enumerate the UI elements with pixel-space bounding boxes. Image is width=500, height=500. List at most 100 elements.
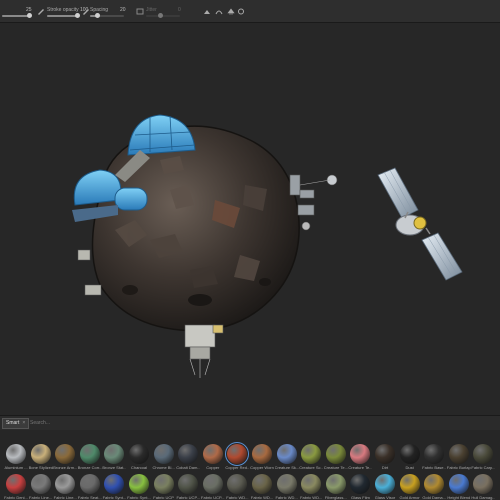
material-thumbnail[interactable]: Charcoal [127, 444, 151, 470]
material-label: Fabric Deni... [4, 495, 28, 500]
material-preview-sphere [325, 474, 346, 494]
material-thumbnail[interactable]: Fabric WD... [225, 474, 249, 500]
material-thumbnail[interactable]: Creature Te... [348, 444, 372, 470]
material-label: Fabric UCP... [201, 495, 225, 500]
close-icon[interactable]: × [22, 420, 25, 426]
align-icon[interactable] [203, 8, 211, 15]
material-label: Fabric Carp... [471, 465, 496, 470]
material-thumbnail[interactable]: Dirt [373, 444, 397, 470]
material-label: Fabric UCP [153, 495, 174, 500]
material-label: Fabric WD... [250, 495, 274, 500]
material-thumbnail[interactable]: Fabric Deni... [4, 474, 28, 500]
material-thumbnail[interactable]: Gold Dama... [422, 474, 446, 500]
material-thumbnail[interactable]: Height Blend [447, 474, 471, 500]
shelf-search-input[interactable]: Search... [30, 419, 50, 428]
material-preview-sphere [30, 474, 51, 494]
material-label: Fabric Seat... [77, 495, 102, 500]
material-preview-sphere [202, 444, 223, 464]
material-thumbnail[interactable]: Chrome Bl... [152, 444, 176, 470]
material-thumbnail[interactable]: Dust [398, 444, 422, 470]
material-preview-sphere [225, 442, 250, 466]
material-thumbnail[interactable]: Fabric Seat... [78, 474, 102, 500]
material-thumbnail[interactable]: Fabric Base... [422, 444, 446, 470]
material-preview-sphere [276, 444, 297, 464]
symmetry-icon[interactable] [227, 8, 235, 15]
material-thumbnail[interactable]: Hull Damag... [471, 474, 495, 500]
material-preview-sphere [375, 474, 395, 494]
material-thumbnail[interactable]: Copper Worn [250, 444, 274, 470]
material-label: Creature Sc... [299, 465, 324, 470]
material-label: Fabric Base... [422, 465, 447, 470]
size-slider[interactable] [2, 13, 32, 18]
material-label: Fabric Line... [29, 495, 53, 500]
material-thumbnail[interactable]: Bronze Corr... [78, 444, 102, 470]
material-preview-sphere [473, 444, 494, 464]
material-label: Fiberglass... [324, 495, 347, 500]
material-preview-sphere [129, 444, 149, 464]
material-preview-sphere [399, 474, 420, 494]
material-label: Fabric WD... [275, 495, 298, 500]
material-label: Glass Visor [374, 495, 396, 500]
material-thumbnail[interactable]: Fabric UCP... [176, 474, 200, 500]
material-label: Creature Te... [348, 465, 373, 470]
material-thumbnail[interactable]: Cobalt Dam... [176, 444, 200, 470]
material-thumbnail[interactable]: Fabric Burlap [447, 444, 471, 470]
material-preview-sphere [301, 444, 322, 464]
material-thumbnail[interactable]: Glass Film [348, 474, 372, 500]
asteroid-base-model [72, 114, 463, 378]
toggle-icon[interactable] [136, 8, 144, 15]
shelf-tab-smart[interactable]: Smart × [2, 418, 30, 429]
more-settings-icon[interactable] [237, 8, 245, 15]
pen-pressure-icon[interactable] [82, 8, 90, 15]
material-thumbnail[interactable]: Fabric Line... [29, 474, 53, 500]
material-preview-sphere [252, 444, 272, 464]
material-preview-sphere [448, 444, 469, 464]
material-thumbnail[interactable]: Fabric Synt... [127, 474, 151, 500]
size-value[interactable]: 25 [26, 7, 32, 13]
material-label: Bronze Arm... [53, 465, 78, 470]
material-thumbnail[interactable]: Fabric Synt... [102, 474, 126, 500]
material-preview-sphere [104, 444, 125, 464]
material-thumbnail[interactable]: Fabric UCP... [201, 474, 225, 500]
spacing-value[interactable]: 20 [120, 7, 126, 13]
material-preview-sphere [55, 444, 76, 464]
material-thumbnail[interactable]: Fabric Line... [53, 474, 77, 500]
material-preview-sphere [375, 444, 395, 464]
material-thumbnail[interactable]: Fabric UCP [152, 474, 176, 500]
material-preview-sphere [153, 444, 174, 464]
material-thumbnail[interactable]: Fabric WD... [250, 474, 274, 500]
material-label: Creature Te... [323, 465, 348, 470]
material-label: Fabric Burlap [446, 465, 471, 470]
material-label: Bronze Stat... [102, 465, 127, 470]
jitter-value[interactable]: 0 [178, 7, 181, 13]
material-thumbnail[interactable]: Copper [201, 444, 225, 470]
tool-properties-bar: 25 Stroke opacity 100 Spacing 20 Jitter … [0, 0, 500, 23]
material-preview-sphere [104, 474, 125, 494]
material-label: Fabric WD... [226, 495, 249, 500]
material-preview-sphere [30, 444, 51, 464]
material-thumbnail[interactable]: Bronze Stat... [102, 444, 126, 470]
pen-pressure-icon[interactable] [37, 8, 45, 15]
material-label: Copper Red... [225, 465, 250, 470]
material-thumbnail[interactable]: Creature Sk... [275, 444, 299, 470]
material-thumbnail[interactable]: Bone Stylized [29, 444, 53, 470]
3d-viewport[interactable] [0, 23, 500, 415]
material-thumbnail[interactable]: Aluminium ... [4, 444, 28, 470]
material-thumbnail[interactable]: Fiberglass... [324, 474, 348, 500]
material-thumbnail[interactable]: Copper Red... [225, 442, 250, 470]
material-thumbnail[interactable]: Creature Te... [324, 444, 348, 470]
spacing-slider[interactable] [90, 13, 124, 18]
material-preview-sphere [399, 444, 420, 464]
material-thumbnail[interactable]: Fabric Carp... [471, 444, 495, 470]
material-label: Dirt [381, 465, 389, 470]
stroke-opacity-slider[interactable] [47, 13, 80, 18]
material-thumbnail[interactable]: Bronze Arm... [53, 444, 77, 470]
material-thumbnail[interactable]: Fabric WD... [275, 474, 299, 500]
material-preview-sphere [6, 474, 26, 494]
material-thumbnail[interactable]: Creature Sc... [299, 444, 323, 470]
jitter-slider[interactable] [146, 13, 180, 18]
material-thumbnail[interactable]: Gold Armor [398, 474, 422, 500]
lazy-mouse-icon[interactable] [215, 8, 223, 15]
material-thumbnail[interactable]: Fabric WD... [299, 474, 323, 500]
material-thumbnail[interactable]: Glass Visor [373, 474, 397, 500]
